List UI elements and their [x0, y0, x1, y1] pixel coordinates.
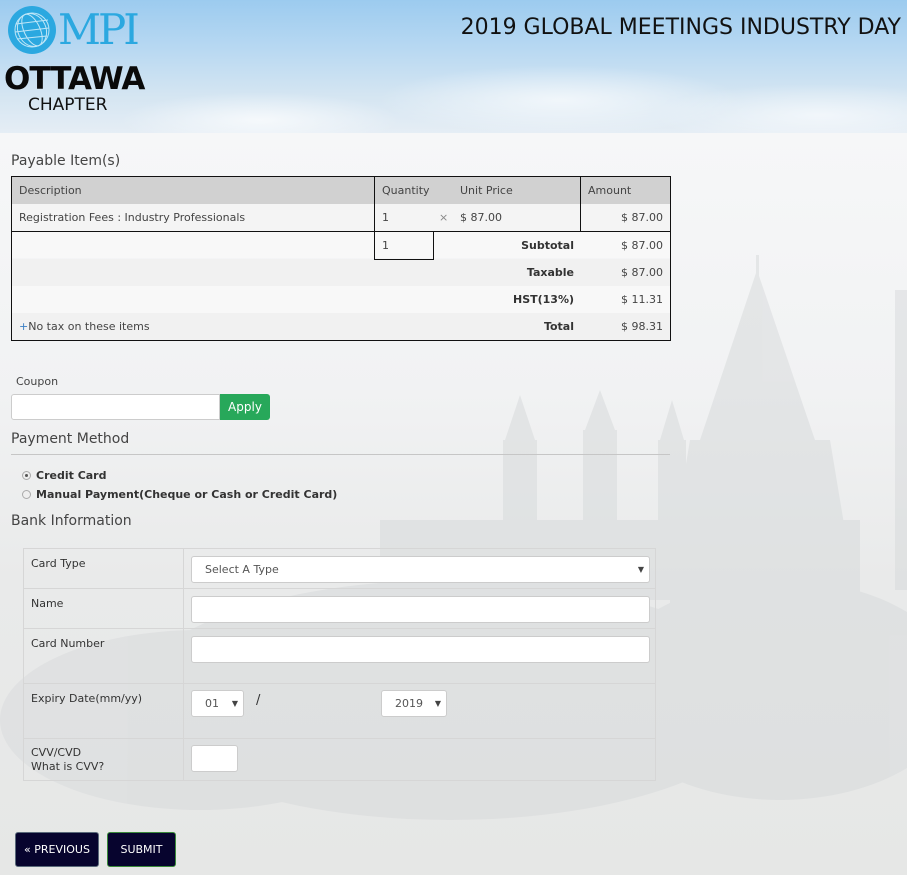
tax-note-text: No tax on these items: [28, 320, 150, 333]
expiry-year-value: 2019: [395, 697, 423, 710]
summary-value: $ 87.00: [621, 266, 663, 279]
card-number-label: Card Number: [24, 629, 184, 683]
radio-button-checked[interactable]: [22, 471, 31, 480]
name-row: Name: [24, 589, 655, 629]
plus-icon: +: [19, 320, 29, 333]
summary-row-subtotal: 1 Subtotal $ 87.00: [12, 231, 670, 258]
expiry-month-value: 01: [205, 697, 219, 710]
summary-row-total: +No tax on these items Total $ 98.31: [12, 313, 670, 340]
payable-items-table: Description Quantity Unit Price Amount R…: [11, 176, 671, 341]
summary-value: $ 87.00: [621, 239, 663, 252]
summary-value: $ 11.31: [621, 293, 663, 306]
multiply-icon: ×: [439, 211, 449, 224]
payment-option-label: Manual Payment(Cheque or Cash or Credit …: [36, 488, 338, 501]
column-header-unit-price: Unit Price: [460, 184, 513, 197]
section-divider: [11, 454, 670, 455]
event-title: 2019 GLOBAL MEETINGS INDUSTRY DAY: [460, 15, 901, 40]
quantity-total-box: [374, 231, 434, 260]
mpi-logo-mark: MPI: [8, 5, 140, 54]
coupon-label: Coupon: [16, 375, 59, 388]
bank-information-table: Card Type Select A Type ▼ Name Card Numb…: [23, 548, 656, 781]
what-is-cvv-link[interactable]: What is CVV?: [31, 760, 183, 774]
table-row: Registration Fees : Industry Professiona…: [12, 204, 670, 231]
column-divider: [580, 177, 581, 231]
expiry-month-select[interactable]: 01 ▼: [191, 690, 244, 717]
summary-label: Subtotal: [521, 239, 574, 252]
logo-brand-text: MPI: [58, 5, 140, 54]
expiry-year-select[interactable]: 2019 ▼: [381, 690, 447, 717]
summary-label: HST(13%): [512, 293, 574, 306]
radio-button[interactable]: [22, 490, 31, 499]
card-number-input[interactable]: [191, 636, 650, 663]
item-description: Registration Fees : Industry Professiona…: [19, 211, 246, 224]
summary-label: Taxable: [526, 266, 574, 279]
summary-label: Total: [543, 320, 574, 333]
submit-button[interactable]: SUBMIT: [107, 832, 176, 867]
card-type-select[interactable]: Select A Type ▼: [191, 556, 650, 583]
summary-row-hst: HST(13%) $ 11.31: [12, 286, 670, 313]
column-header-quantity: Quantity: [382, 184, 430, 197]
cvv-label: CVV/CVD: [31, 746, 82, 759]
cardholder-name-input[interactable]: [191, 596, 650, 623]
expiry-date-label: Expiry Date(mm/yy): [24, 684, 184, 738]
dropdown-arrow-icon: ▼: [637, 565, 644, 574]
item-unit-price: $ 87.00: [460, 211, 502, 224]
payment-option-label: Credit Card: [36, 469, 107, 482]
logo-chapter-suffix: CHAPTER: [28, 95, 108, 115]
payment-option-manual[interactable]: Manual Payment(Cheque or Cash or Credit …: [22, 488, 337, 501]
cvv-label-cell: CVV/CVD What is CVV?: [24, 739, 184, 781]
payment-method-heading: Payment Method: [11, 431, 130, 447]
column-header-amount: Amount: [588, 184, 632, 197]
summary-row-taxable: Taxable $ 87.00: [12, 259, 670, 286]
item-quantity: 1: [382, 211, 389, 224]
name-label: Name: [24, 589, 184, 628]
payment-option-credit-card[interactable]: Credit Card: [22, 469, 107, 482]
tax-note: +No tax on these items: [19, 313, 150, 340]
expiry-date-row: Expiry Date(mm/yy) 01 ▼ / 2019 ▼: [24, 684, 655, 739]
previous-button[interactable]: « PREVIOUS: [15, 832, 99, 867]
apply-coupon-button[interactable]: Apply: [220, 394, 270, 420]
summary-value: $ 98.31: [621, 320, 663, 333]
globe-icon: [8, 6, 56, 54]
cvv-row: CVV/CVD What is CVV?: [24, 739, 655, 781]
column-header-description: Description: [19, 184, 82, 197]
payable-items-heading: Payable Item(s): [11, 153, 121, 169]
dropdown-arrow-icon: ▼: [434, 699, 441, 708]
card-type-row: Card Type Select A Type ▼: [24, 549, 655, 589]
card-type-label: Card Type: [24, 549, 184, 588]
card-type-selected-value: Select A Type: [205, 563, 279, 576]
bank-information-heading: Bank Information: [11, 513, 132, 529]
card-number-row: Card Number: [24, 629, 655, 684]
coupon-input[interactable]: [11, 394, 220, 420]
column-divider: [374, 177, 375, 231]
item-amount: $ 87.00: [621, 211, 663, 224]
logo-chapter-name: OTTAWA: [4, 61, 145, 97]
table-header-row: Description Quantity Unit Price Amount: [12, 177, 670, 204]
cvv-input[interactable]: [191, 745, 238, 772]
date-separator: /: [256, 693, 261, 708]
mpi-ottawa-logo[interactable]: MPI OTTAWA CHAPTER: [4, 4, 158, 115]
dropdown-arrow-icon: ▼: [231, 699, 238, 708]
